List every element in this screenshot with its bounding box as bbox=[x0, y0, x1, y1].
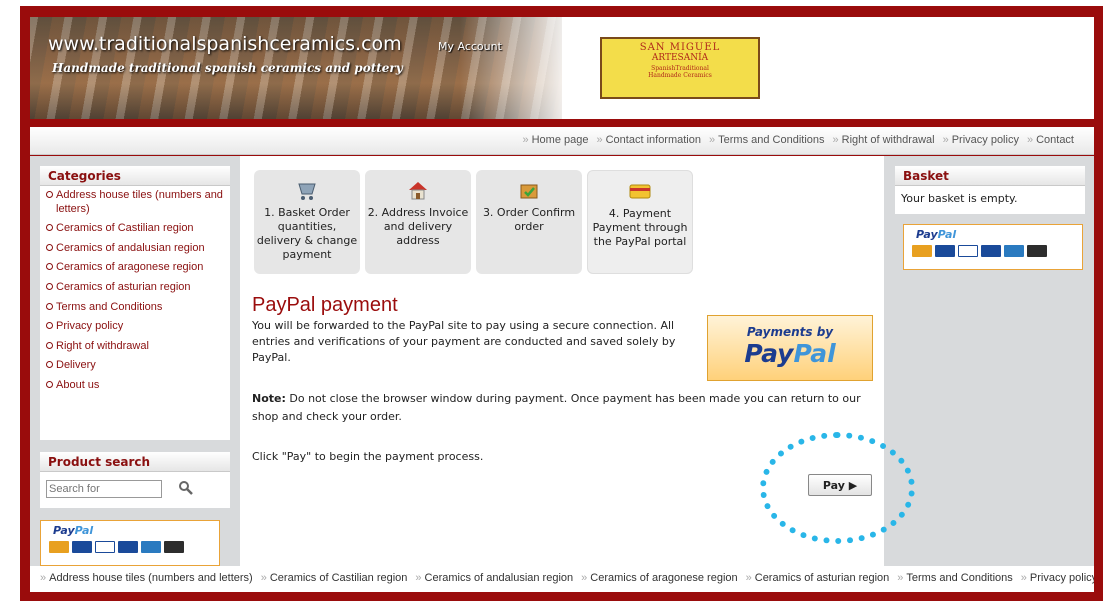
category-link[interactable]: Ceramics of aragonese region bbox=[46, 261, 226, 275]
basket-panel: Basket Your basket is empty. bbox=[895, 166, 1085, 214]
step-address: 2. Address Invoice and delivery address bbox=[365, 170, 471, 274]
bottomnav-link[interactable]: » Terms and Conditions bbox=[897, 572, 1013, 584]
category-link[interactable]: Delivery bbox=[46, 359, 226, 373]
paypal-wordmark: PayPal bbox=[53, 524, 94, 537]
credit-card-icons bbox=[49, 541, 187, 553]
category-link[interactable]: Ceramics of asturian region bbox=[46, 281, 226, 295]
badge-wordmark: PayPal bbox=[744, 339, 836, 368]
step-basket: 1. Basket Order quantities, delivery & c… bbox=[254, 170, 360, 274]
amex-icon bbox=[1004, 245, 1024, 257]
search-input[interactable] bbox=[46, 480, 162, 498]
bottomnav-link[interactable]: » Address house tiles (numbers and letter… bbox=[40, 572, 253, 584]
paypal-wordmark: PayPal bbox=[916, 228, 957, 241]
pay-button[interactable]: Pay ▶ bbox=[808, 474, 872, 496]
step-order-label: 3. Order Confirm order bbox=[482, 206, 576, 233]
search-icon[interactable] bbox=[178, 480, 194, 496]
payments-by-paypal-badge: Payments by PayPal bbox=[707, 315, 873, 381]
topnav-terms-link[interactable]: » Terms and Conditions bbox=[709, 134, 825, 146]
step-payment-label: 4. Payment Payment through the PayPal po… bbox=[592, 207, 688, 248]
direct-debit-icon bbox=[164, 541, 184, 553]
step-order: 3. Order Confirm order bbox=[476, 170, 582, 274]
topnav-privacy-link[interactable]: » Privacy policy bbox=[943, 134, 1019, 146]
banner-fade bbox=[460, 17, 1094, 119]
maestro-icon bbox=[72, 541, 92, 553]
paypal-cards-logo: PayPal bbox=[40, 520, 220, 566]
page-title: PayPal payment bbox=[252, 294, 398, 316]
note-text: Do not close the browser window during p… bbox=[252, 392, 861, 423]
logo-line1: SpanishTraditional bbox=[651, 65, 709, 72]
bottom-navigation: » Address house tiles (numbers and letter… bbox=[30, 566, 1094, 592]
logo-title: SAN MIGUEL bbox=[639, 42, 721, 53]
payment-intro-text: You will be forwarded to the PayPal site… bbox=[252, 319, 676, 364]
topnav-home-link[interactable]: » Home page bbox=[522, 134, 588, 146]
visa-icon bbox=[958, 245, 978, 257]
basket-status: Your basket is empty. bbox=[901, 192, 1018, 205]
visa-icon bbox=[95, 541, 115, 553]
topnav-contact-link[interactable]: » Contact bbox=[1027, 134, 1074, 146]
house-icon bbox=[409, 182, 427, 200]
mastercard-icon bbox=[912, 245, 932, 257]
categories-panel: Categories Address house tiles (numbers … bbox=[40, 166, 230, 440]
category-link[interactable]: Privacy policy bbox=[46, 320, 226, 334]
bottomnav-link[interactable]: » Privacy policy bbox=[1021, 572, 1094, 584]
basket-icon bbox=[298, 183, 316, 200]
payment-note: Note: Do not close the browser window du… bbox=[252, 390, 872, 426]
logo-line2: Handmade Ceramics bbox=[648, 72, 712, 79]
bottomnav-link[interactable]: » Ceramics of Castilian region bbox=[261, 572, 408, 584]
category-link[interactable]: Ceramics of Castilian region bbox=[46, 222, 226, 236]
credit-card-icons bbox=[912, 245, 1050, 257]
order-box-icon bbox=[520, 184, 538, 199]
san-miguel-logo: SAN MIGUEL ARTESANÍA SpanishTraditional … bbox=[600, 37, 760, 99]
pay-instruction: Click "Pay" to begin the payment process… bbox=[252, 450, 484, 463]
site-tagline: Handmade traditional spanish ceramics an… bbox=[52, 61, 403, 75]
main-content: 1. Basket Order quantities, delivery & c… bbox=[240, 156, 915, 566]
categories-title: Categories bbox=[40, 166, 230, 186]
product-search-title: Product search bbox=[40, 452, 230, 472]
my-account-link[interactable]: My Account bbox=[438, 40, 502, 53]
note-label: Note: bbox=[252, 392, 286, 405]
basket-title: Basket bbox=[895, 166, 1085, 186]
paypal-cards-logo: PayPal bbox=[903, 224, 1083, 270]
mastercard-icon bbox=[49, 541, 69, 553]
category-link[interactable]: About us bbox=[46, 379, 226, 393]
top-navigation: » Home page » Contact information » Terms a… bbox=[30, 127, 1094, 155]
visa-electron-icon bbox=[981, 245, 1001, 257]
site-header: www.traditionalspanishceramics.com Handm… bbox=[30, 17, 1094, 119]
maestro-icon bbox=[935, 245, 955, 257]
bottomnav-link[interactable]: » Ceramics of aragonese region bbox=[581, 572, 737, 584]
bottomnav-link[interactable]: » Ceramics of andalusian region bbox=[415, 572, 573, 584]
badge-line1: Payments by bbox=[746, 325, 834, 339]
category-link[interactable]: Right of withdrawal bbox=[46, 340, 226, 354]
category-link[interactable]: Address house tiles (numbers and letters… bbox=[46, 189, 226, 216]
payment-card-icon bbox=[629, 184, 651, 199]
amex-icon bbox=[141, 541, 161, 553]
product-search-panel: Product search bbox=[40, 452, 230, 508]
topnav-contact-information-link[interactable]: » Contact information bbox=[596, 134, 701, 146]
visa-electron-icon bbox=[118, 541, 138, 553]
site-url-link[interactable]: www.traditionalspanishceramics.com bbox=[48, 33, 402, 55]
bottomnav-link[interactable]: » Ceramics of asturian region bbox=[746, 572, 890, 584]
category-link[interactable]: Ceramics of andalusian region bbox=[46, 242, 226, 256]
topnav-withdrawal-link[interactable]: » Right of withdrawal bbox=[833, 134, 935, 146]
logo-subtitle: ARTESANÍA bbox=[651, 53, 709, 63]
step-address-label: 2. Address Invoice and delivery address bbox=[367, 206, 469, 247]
direct-debit-icon bbox=[1027, 245, 1047, 257]
category-link[interactable]: Terms and Conditions bbox=[46, 301, 226, 315]
step-basket-label: 1. Basket Order quantities, delivery & c… bbox=[256, 206, 358, 261]
step-payment: 4. Payment Payment through the PayPal po… bbox=[587, 170, 693, 274]
